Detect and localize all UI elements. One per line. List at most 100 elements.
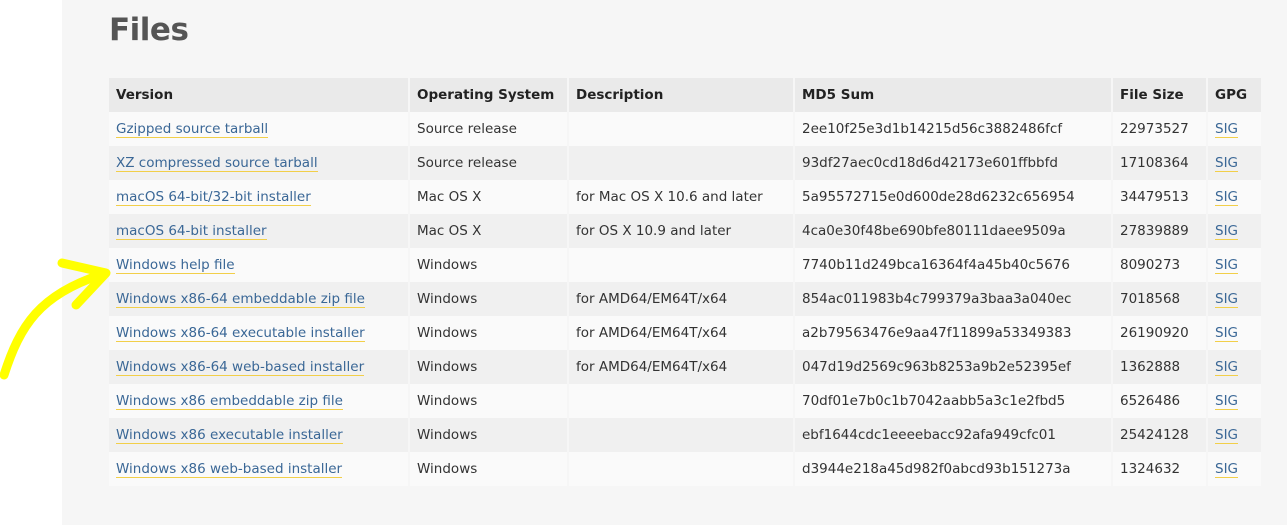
sig-link[interactable]: SIG bbox=[1215, 257, 1239, 274]
header-md5: MD5 Sum bbox=[795, 78, 1111, 112]
os-text: Windows bbox=[417, 359, 478, 375]
header-description: Description bbox=[569, 78, 793, 112]
cell-gpg: SIG bbox=[1208, 146, 1261, 180]
header-version: Version bbox=[109, 78, 408, 112]
download-link[interactable]: XZ compressed source tarball bbox=[116, 155, 318, 172]
sig-link[interactable]: SIG bbox=[1215, 155, 1239, 172]
table-row: Windows x86 embeddable zip file Windows 70… bbox=[109, 384, 1261, 418]
cell-md5: 7740b11d249bca16364f4a45b40c5676 bbox=[795, 248, 1111, 282]
os-text: Mac OS X bbox=[417, 189, 482, 205]
os-text: Windows bbox=[417, 291, 478, 307]
cell-os: Windows bbox=[410, 248, 567, 282]
cell-md5: 5a95572715e0d600de28d6232c656954 bbox=[795, 180, 1111, 214]
md5-text: 854ac011983b4c799379a3baa3a040ec bbox=[802, 291, 1072, 307]
cell-size: 34479513 bbox=[1113, 180, 1206, 214]
download-link[interactable]: Windows x86-64 executable installer bbox=[116, 325, 365, 342]
cell-os: Windows bbox=[410, 452, 567, 486]
table-row: Windows x86 web-based installer Windows d3… bbox=[109, 452, 1261, 486]
download-link[interactable]: Windows x86 web-based installer bbox=[116, 461, 343, 478]
download-link[interactable]: Windows x86 executable installer bbox=[116, 427, 343, 444]
download-link[interactable]: Windows x86-64 web-based installer bbox=[116, 359, 365, 376]
cell-size: 17108364 bbox=[1113, 146, 1206, 180]
files-table: Version Operating System Description MD5… bbox=[107, 78, 1263, 486]
sig-link[interactable]: SIG bbox=[1215, 461, 1239, 478]
cell-gpg: SIG bbox=[1208, 214, 1261, 248]
size-text: 26190920 bbox=[1120, 325, 1189, 341]
cell-gpg: SIG bbox=[1208, 452, 1261, 486]
table-row: XZ compressed source tarball Source relea… bbox=[109, 146, 1261, 180]
cell-version: XZ compressed source tarball bbox=[109, 146, 408, 180]
cell-gpg: SIG bbox=[1208, 248, 1261, 282]
cell-description: for OS X 10.9 and later bbox=[569, 214, 793, 248]
size-text: 1362888 bbox=[1120, 359, 1181, 375]
table-row: macOS 64-bit/32-bit installer Mac OS X for… bbox=[109, 180, 1261, 214]
header-os: Operating System bbox=[410, 78, 567, 112]
arrow-annotation-icon bbox=[0, 258, 111, 380]
cell-md5: 854ac011983b4c799379a3baa3a040ec bbox=[795, 282, 1111, 316]
cell-size: 27839889 bbox=[1113, 214, 1206, 248]
cell-size: 22973527 bbox=[1113, 112, 1206, 146]
cell-size: 8090273 bbox=[1113, 248, 1206, 282]
cell-md5: d3944e218a45d982f0abcd93b151273a bbox=[795, 452, 1111, 486]
md5-text: 93df27aec0cd18d6d42173e601ffbbfd bbox=[802, 155, 1058, 171]
table-row: Windows help file Windows 7740b11d249bca16… bbox=[109, 248, 1261, 282]
sig-link[interactable]: SIG bbox=[1215, 223, 1239, 240]
cell-version: Windows x86-64 web-based installer bbox=[109, 350, 408, 384]
cell-version: Windows x86 executable installer bbox=[109, 418, 408, 452]
description-text: for AMD64/EM64T/x64 bbox=[576, 359, 728, 375]
size-text: 17108364 bbox=[1120, 155, 1189, 171]
os-text: Windows bbox=[417, 461, 478, 477]
header-gpg: GPG bbox=[1208, 78, 1261, 112]
sig-link[interactable]: SIG bbox=[1215, 427, 1239, 444]
cell-version: Windows x86-64 executable installer bbox=[109, 316, 408, 350]
size-text: 1324632 bbox=[1120, 461, 1181, 477]
sig-link[interactable]: SIG bbox=[1215, 291, 1239, 308]
cell-gpg: SIG bbox=[1208, 316, 1261, 350]
cell-os: Windows bbox=[410, 282, 567, 316]
description-text: for AMD64/EM64T/x64 bbox=[576, 291, 728, 307]
download-link[interactable]: macOS 64-bit installer bbox=[116, 223, 267, 240]
sig-link[interactable]: SIG bbox=[1215, 121, 1239, 138]
table-row: Windows x86-64 web-based installer Window… bbox=[109, 350, 1261, 384]
cell-description bbox=[569, 112, 793, 146]
download-link[interactable]: Windows x86-64 embeddable zip file bbox=[116, 291, 365, 308]
os-text: Source release bbox=[417, 121, 517, 137]
cell-md5: 93df27aec0cd18d6d42173e601ffbbfd bbox=[795, 146, 1111, 180]
os-text: Windows bbox=[417, 427, 478, 443]
download-link[interactable]: Windows x86 embeddable zip file bbox=[116, 393, 343, 410]
md5-text: d3944e218a45d982f0abcd93b151273a bbox=[802, 461, 1071, 477]
description-text: for Mac OS X 10.6 and later bbox=[576, 189, 763, 205]
size-text: 6526486 bbox=[1120, 393, 1181, 409]
md5-text: ebf1644cdc1eeeebacc92afa949cfc01 bbox=[802, 427, 1056, 443]
cell-description: for AMD64/EM64T/x64 bbox=[569, 316, 793, 350]
table-row: Gzipped source tarball Source release 2ee1… bbox=[109, 112, 1261, 146]
cell-version: Windows help file bbox=[109, 248, 408, 282]
table-header-row: Version Operating System Description MD5… bbox=[109, 78, 1261, 112]
cell-size: 7018568 bbox=[1113, 282, 1206, 316]
cell-os: Windows bbox=[410, 418, 567, 452]
size-text: 34479513 bbox=[1120, 189, 1189, 205]
sig-link[interactable]: SIG bbox=[1215, 393, 1239, 410]
download-link[interactable]: Windows help file bbox=[116, 257, 235, 274]
os-text: Windows bbox=[417, 257, 478, 273]
download-link[interactable]: macOS 64-bit/32-bit installer bbox=[116, 189, 311, 206]
cell-description: for Mac OS X 10.6 and later bbox=[569, 180, 793, 214]
cell-os: Windows bbox=[410, 384, 567, 418]
cell-gpg: SIG bbox=[1208, 112, 1261, 146]
cell-size: 1362888 bbox=[1113, 350, 1206, 384]
sig-link[interactable]: SIG bbox=[1215, 359, 1239, 376]
cell-gpg: SIG bbox=[1208, 180, 1261, 214]
cell-version: Windows x86 embeddable zip file bbox=[109, 384, 408, 418]
header-size: File Size bbox=[1113, 78, 1206, 112]
cell-description: for AMD64/EM64T/x64 bbox=[569, 350, 793, 384]
cell-description bbox=[569, 248, 793, 282]
sig-link[interactable]: SIG bbox=[1215, 189, 1239, 206]
cell-description: for AMD64/EM64T/x64 bbox=[569, 282, 793, 316]
sig-link[interactable]: SIG bbox=[1215, 325, 1239, 342]
cell-version: Windows x86 web-based installer bbox=[109, 452, 408, 486]
download-link[interactable]: Gzipped source tarball bbox=[116, 121, 269, 138]
cell-size: 25424128 bbox=[1113, 418, 1206, 452]
cell-gpg: SIG bbox=[1208, 418, 1261, 452]
size-text: 8090273 bbox=[1120, 257, 1181, 273]
page-title: Files bbox=[109, 12, 189, 48]
